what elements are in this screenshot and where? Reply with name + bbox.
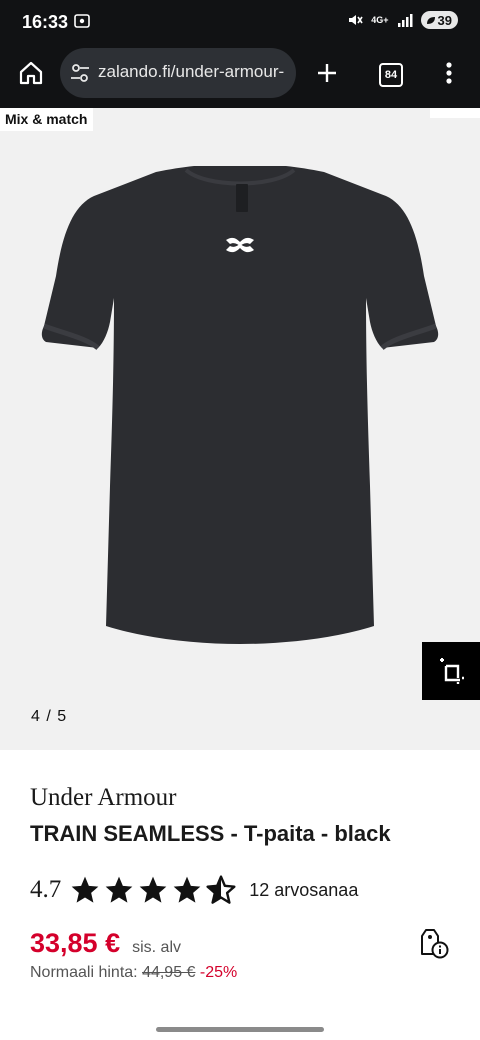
battery-indicator: 39 — [420, 11, 458, 29]
gallery-corner — [430, 108, 480, 118]
status-bar: 16:33 4G+ 39 — [0, 0, 480, 44]
rating-summary[interactable]: 4.7 12 arvosanaa — [30, 872, 358, 908]
discount-percent: -25% — [199, 964, 238, 981]
find-similar-button[interactable] — [422, 642, 480, 700]
star-full-icon — [139, 876, 167, 903]
browser-toolbar: zalando.fi/under-armour- 84 — [0, 44, 480, 108]
site-settings-icon — [71, 64, 89, 82]
star-full-icon — [71, 876, 99, 903]
network-type: 4G+ — [371, 14, 389, 25]
review-count: 12 arvosanaa — [249, 879, 359, 900]
tab-switcher-button[interactable]: 84 — [374, 58, 408, 92]
product-title: TRAIN SEAMLESS - T-paita - black — [30, 821, 391, 846]
crop-sparkle-icon — [440, 658, 464, 684]
url-text: zalando.fi/under-armour- — [98, 62, 285, 81]
screen-record-icon — [74, 14, 90, 28]
tab-count: 84 — [379, 63, 403, 87]
mute-icon — [349, 15, 363, 25]
current-price: 33,85 € — [30, 928, 121, 958]
star-rating — [69, 874, 237, 906]
menu-button[interactable] — [436, 56, 462, 90]
brand-name[interactable]: Under Armour — [30, 784, 177, 812]
battery-level: 39 — [437, 12, 452, 28]
original-price-row: Normaali hinta: 44,95 € -25% — [30, 964, 237, 982]
original-price-label: Normaali hinta: — [30, 964, 138, 981]
mix-match-badge: Mix & match — [0, 108, 94, 131]
original-price: 44,95 € — [142, 964, 196, 981]
product-image — [41, 166, 439, 644]
product-image-gallery[interactable]: Mix & match 4 / 5 — [0, 108, 480, 750]
status-time: 16:33 — [22, 12, 69, 32]
battery-saver-icon — [426, 16, 435, 24]
star-half-icon — [206, 875, 236, 904]
gesture-bar[interactable] — [156, 1027, 324, 1032]
home-icon — [19, 61, 43, 85]
price-row: 33,85 € sis. alv — [30, 928, 181, 959]
address-bar[interactable]: zalando.fi/under-armour- — [60, 48, 296, 98]
rating-value: 4.7 — [30, 876, 62, 903]
vat-note: sis. alv — [132, 939, 181, 956]
price-info-icon[interactable] — [418, 926, 450, 960]
star-full-icon — [173, 876, 201, 903]
star-full-icon — [105, 876, 133, 903]
home-button[interactable] — [14, 56, 48, 90]
image-counter: 4 / 5 — [31, 708, 68, 725]
new-tab-button[interactable] — [312, 56, 342, 90]
signal-icon — [397, 14, 413, 27]
plus-icon — [318, 64, 336, 82]
more-vert-icon — [446, 62, 452, 84]
